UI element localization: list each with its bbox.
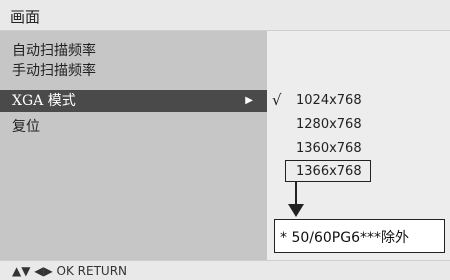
- checkmark-icon: √: [272, 91, 282, 109]
- triangle-right-icon: ▶: [245, 95, 253, 106]
- option-1366x768: 1366x768: [296, 164, 362, 179]
- navigation-hint: ▲▼ ◀▶ OK RETURN: [12, 264, 128, 278]
- option-1024x768[interactable]: 1024x768: [296, 93, 362, 108]
- menu-item-reset[interactable]: 复位: [0, 116, 267, 138]
- page-title: 画面: [10, 8, 41, 26]
- option-1280x768[interactable]: 1280x768: [296, 117, 362, 132]
- menu-item-auto-scan[interactable]: 自动扫描频率: [0, 40, 267, 62]
- menu-item-manual-scan[interactable]: 手动扫描频率: [0, 60, 267, 82]
- osd-screen: 画面 自动扫描频率 手动扫描频率 XGA 模式 ▶ 复位 √ 1024x768 …: [0, 0, 450, 280]
- menu-item-label: XGA 模式: [12, 93, 76, 109]
- title-bar: 画面: [0, 0, 450, 31]
- option-1360x768[interactable]: 1360x768: [296, 141, 362, 156]
- arrow-down-icon: [288, 182, 304, 217]
- menu-item-xga-mode[interactable]: XGA 模式 ▶: [0, 90, 267, 112]
- menu-item-label: 自动扫描频率: [12, 43, 96, 59]
- menu-item-label: 手动扫描频率: [12, 63, 96, 79]
- menu-item-label: 复位: [12, 119, 40, 135]
- exception-note: * 50/60PG6***除外: [280, 230, 409, 246]
- exception-note-box: * 50/60PG6***除外: [274, 219, 445, 253]
- footer-bar: ▲▼ ◀▶ OK RETURN: [0, 260, 450, 280]
